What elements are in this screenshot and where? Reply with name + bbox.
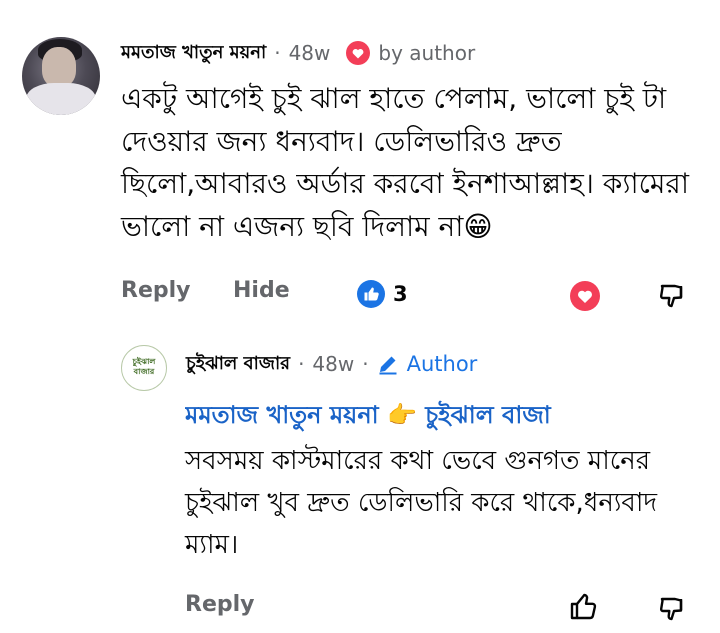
like-count-label: 3 bbox=[393, 282, 408, 306]
comment-time[interactable]: 48w bbox=[289, 41, 331, 65]
separator: · bbox=[298, 352, 305, 376]
mention-link[interactable]: মমতাজ খাতুন ময়না 👉 চুইঝাল বাজা bbox=[185, 397, 705, 437]
by-author-badge: by author bbox=[378, 41, 476, 65]
dislike-icon[interactable] bbox=[657, 280, 687, 310]
avatar[interactable]: চুইঝাল বাজার bbox=[121, 345, 167, 391]
thumbs-down-outline-icon[interactable] bbox=[657, 593, 687, 623]
heart-icon[interactable] bbox=[570, 281, 600, 311]
reply-header: চুইঝাল বাজার · 48w · Author bbox=[186, 350, 477, 378]
reply-time[interactable]: 48w bbox=[312, 352, 354, 376]
comment-author-name[interactable]: মমতাজ খাতুন ময়না bbox=[121, 38, 266, 69]
separator: · bbox=[274, 41, 281, 65]
avatar-logo-text: চুইঝাল বাজার bbox=[132, 357, 156, 376]
comment-text: একটু আগেই চুই ঝাল হাতে পেলাম, ভালো চুই ট… bbox=[121, 82, 689, 243]
like-icon bbox=[357, 280, 385, 308]
thumbs-up-outline-icon[interactable] bbox=[567, 590, 599, 622]
reply-text: সবসময় কাস্টমারের কথা ভেবে গুনগত মানের চ… bbox=[185, 446, 658, 560]
avatar[interactable] bbox=[22, 37, 100, 115]
comment-header: মমতাজ খাতুন ময়না · 48w by author bbox=[121, 40, 475, 66]
separator: · bbox=[362, 352, 369, 376]
reply-author-name[interactable]: চুইঝাল বাজার bbox=[186, 349, 290, 380]
reply-button[interactable]: Reply bbox=[185, 592, 255, 617]
hide-button[interactable]: Hide bbox=[233, 278, 290, 303]
pencil-icon bbox=[377, 353, 399, 375]
author-badge: Author bbox=[406, 352, 478, 376]
reply-button[interactable]: Reply bbox=[121, 278, 191, 303]
heart-icon bbox=[346, 41, 371, 65]
like-count[interactable]: 3 bbox=[357, 280, 408, 308]
